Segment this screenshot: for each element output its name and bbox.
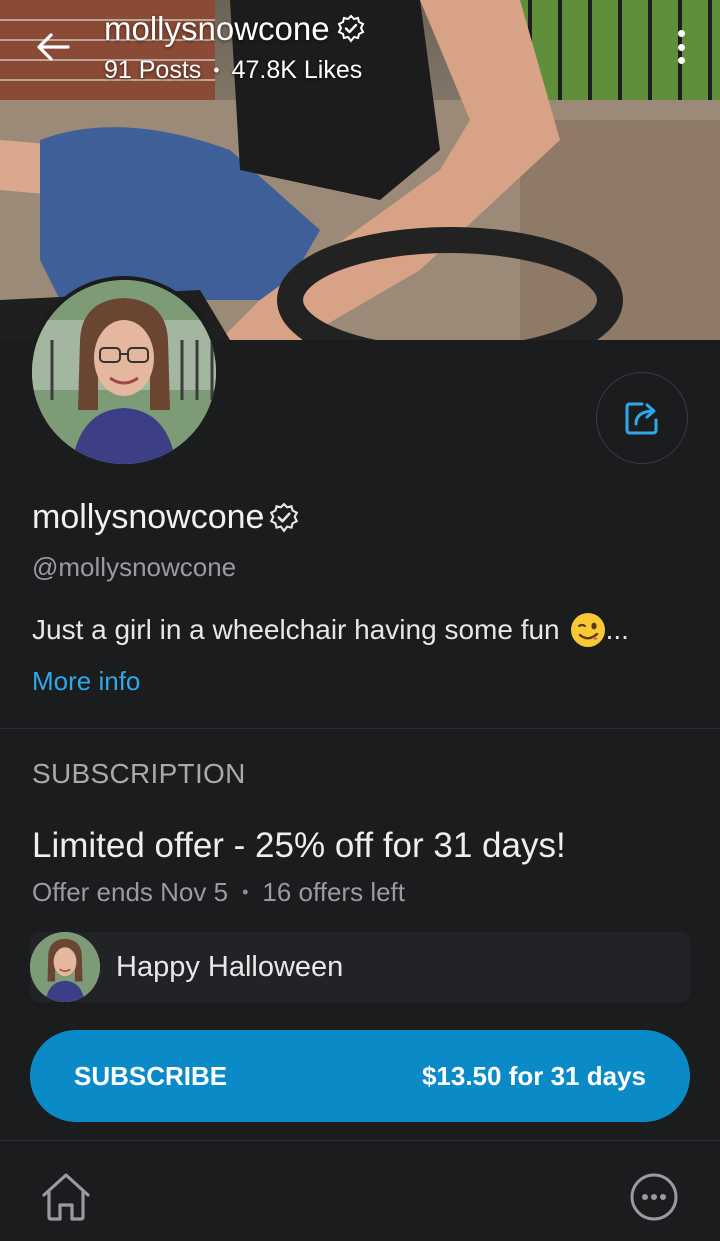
avatar-image <box>30 932 100 1002</box>
offer-separator: • <box>242 882 249 902</box>
likes-count: 47.8K Likes <box>231 56 363 84</box>
display-name-row: mollysnowcone <box>32 498 300 537</box>
verified-badge-icon <box>270 502 299 533</box>
stats-separator: • <box>213 60 220 80</box>
share-button[interactable] <box>596 372 688 464</box>
promo-text: Happy Halloween <box>116 950 344 983</box>
display-name: mollysnowcone <box>32 498 265 536</box>
avatar[interactable] <box>28 276 220 468</box>
promo-avatar <box>30 932 100 1002</box>
bio-text: Just a girl in a wheelchair having some … <box>32 614 560 645</box>
profile-handle: @mollysnowcone <box>32 552 237 582</box>
offers-left: 16 offers left <box>262 877 405 907</box>
top-bar: mollysnowcone 91 Posts • 47.8K Likes <box>0 0 720 100</box>
avatar-image <box>32 280 216 464</box>
header-title: mollysnowcone <box>104 10 366 48</box>
promo-message: Happy Halloween <box>30 932 690 1002</box>
bio-ellipsis: ... <box>605 614 629 645</box>
more-info-link[interactable]: More info <box>32 666 140 697</box>
bottom-nav <box>0 1140 720 1241</box>
offer-ends: Offer ends Nov 5 <box>32 877 229 907</box>
header-stats: 91 Posts • 47.8K Likes <box>104 56 362 85</box>
more-button[interactable] <box>628 1171 680 1223</box>
subscribe-button[interactable]: SUBSCRIBE $13.50 for 31 days <box>30 1030 690 1122</box>
header-username: mollysnowcone <box>104 10 330 47</box>
home-button[interactable] <box>38 1171 94 1223</box>
subscription-section-label: SUBSCRIPTION <box>32 758 246 789</box>
subscribe-label: SUBSCRIBE <box>74 1060 228 1091</box>
kebab-menu-icon[interactable] <box>668 26 694 68</box>
subscribe-price: $13.50 for 31 days <box>421 1060 646 1091</box>
arrow-left-icon <box>37 33 70 61</box>
verified-badge-icon <box>337 14 364 43</box>
more-circle-icon <box>630 1173 678 1221</box>
share-icon <box>625 402 658 435</box>
section-divider <box>0 728 720 729</box>
winking-face-emoji-icon <box>570 613 605 647</box>
offer-title: Limited offer - 25% off for 31 days! <box>32 826 566 865</box>
profile-bio: Just a girl in a wheelchair having some … <box>32 612 629 648</box>
offer-meta: Offer ends Nov 5 • 16 offers left <box>32 877 405 908</box>
posts-count: 91 Posts <box>104 56 202 84</box>
home-icon <box>42 1173 90 1221</box>
back-button[interactable] <box>30 24 76 70</box>
